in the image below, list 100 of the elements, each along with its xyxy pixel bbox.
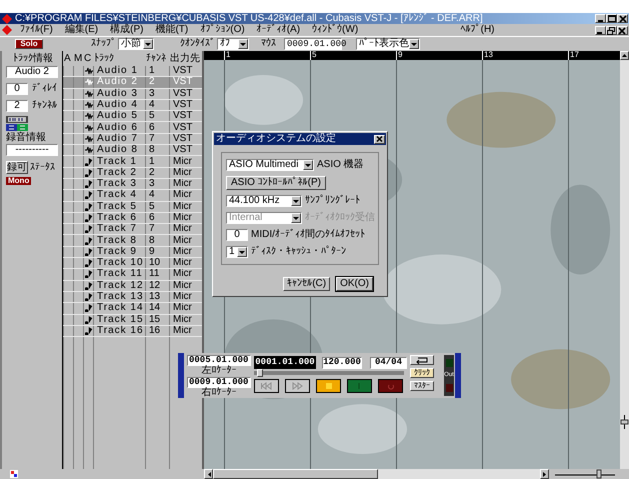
signature-field[interactable]: 04/04	[370, 356, 407, 368]
tempo-field[interactable]: 120.000	[322, 356, 362, 368]
track-name[interactable]: Track 1	[93, 156, 145, 167]
menu-item[interactable]: ｳｨﾝﾄﾞｳ(W)	[312, 25, 358, 35]
track-name[interactable]: Audio 5	[93, 111, 145, 122]
dropdown-arrow-icon[interactable]	[304, 162, 312, 168]
track-row[interactable]: Audio 6 6 VST	[63, 122, 202, 134]
channel-field[interactable]: 2	[6, 100, 28, 112]
track-name[interactable]: Audio 3	[93, 88, 145, 99]
cache-dropdown[interactable]: 1	[226, 246, 248, 258]
track-row[interactable]: Track 5 5 Micr	[63, 202, 202, 213]
fx-badge-icon[interactable]	[6, 124, 28, 131]
track-name[interactable]: Track 3	[93, 178, 145, 190]
track-name[interactable]: Track 9	[93, 246, 145, 258]
offset-field[interactable]: 0	[226, 229, 248, 241]
track-row[interactable]: Track 9 9 Micr	[63, 246, 202, 258]
track-name[interactable]: Track 11	[93, 269, 145, 280]
column-header[interactable]: A	[63, 51, 73, 66]
column-header[interactable]: ﾁｬﾝﾈ	[145, 51, 169, 66]
delay-field[interactable]: 0	[6, 83, 28, 95]
solo-button[interactable]: Solo	[15, 39, 43, 49]
dropdown-arrow-icon[interactable]	[144, 40, 152, 48]
track-row[interactable]: Track 11 11 Micr	[63, 269, 202, 281]
column-header[interactable]: M	[73, 51, 83, 66]
cancel-button[interactable]: ｷｬﾝｾﾙ(C)	[283, 277, 330, 291]
position-slider[interactable]	[254, 371, 404, 375]
vertical-scrollbar[interactable]	[620, 51, 629, 469]
track-name[interactable]: Track 6	[93, 212, 145, 224]
horizontal-scrollbar[interactable]	[204, 469, 549, 479]
track-row[interactable]: Audio 7 7 VST	[63, 134, 202, 146]
column-header[interactable]: C	[83, 51, 93, 66]
dropdown-arrow-icon[interactable]	[239, 40, 247, 48]
slider-thumb[interactable]	[256, 369, 263, 377]
track-name[interactable]: Track 14	[93, 303, 145, 314]
track-name[interactable]: Audio 6	[93, 122, 145, 133]
click-button[interactable]: ｸﾘｯｸ	[410, 368, 434, 378]
scroll-thumb[interactable]	[213, 469, 378, 479]
track-row[interactable]: Track 6 6 Micr	[63, 212, 202, 224]
column-header[interactable]: ﾄﾗｯｸ	[93, 51, 145, 66]
dropdown-arrow-icon[interactable]	[292, 198, 300, 204]
ruler[interactable]: 1 5 9 13 17	[204, 51, 620, 60]
track-name-field[interactable]: Audio 2	[6, 66, 58, 78]
menu-item[interactable]: ｵﾌﾟｼｮﾝ(O)	[200, 25, 245, 35]
track-row[interactable]: Track 4 4 Micr	[63, 190, 202, 202]
track-name[interactable]: Track 7	[93, 224, 145, 234]
track-name[interactable]: Track 10	[93, 258, 145, 268]
right-locator-field[interactable]: 0009.01.000	[187, 376, 251, 388]
track-name[interactable]: Track 2	[93, 168, 145, 178]
scroll-right-icon[interactable]	[542, 470, 548, 478]
track-row[interactable]: Track 12 12 Micr	[63, 280, 202, 292]
track-row[interactable]: Audio 4 4 VST	[63, 100, 202, 112]
track-row[interactable]: Track 7 7 Micr	[63, 224, 202, 236]
left-locator-field[interactable]: 0005.01.000	[187, 355, 251, 366]
menu-item[interactable]: ﾍﾙﾌﾟ(H)	[460, 25, 495, 35]
close-icon[interactable]	[375, 135, 384, 143]
sample-rate-dropdown[interactable]: 44.100 kHz	[226, 195, 302, 207]
menu-item[interactable]: 編集(E)	[64, 25, 98, 35]
track-row[interactable]: Track 1 1 Micr	[63, 156, 202, 168]
ok-button[interactable]: OK(O)	[336, 277, 373, 291]
dropdown-arrow-icon[interactable]	[410, 40, 418, 48]
track-name[interactable]: Audio 1	[93, 66, 145, 76]
column-header[interactable]: 出力先	[169, 51, 203, 66]
track-name[interactable]: Audio 4	[93, 100, 145, 110]
zoom-slider-icon[interactable]	[555, 469, 615, 479]
close-icon[interactable]	[617, 26, 628, 34]
track-row[interactable]: Track 14 14 Micr	[63, 303, 202, 315]
record-enable-button[interactable]: 録可	[6, 161, 28, 174]
track-name[interactable]: Track 8	[93, 235, 145, 246]
menu-item[interactable]: ﾌｧｲﾙ(F)	[20, 25, 53, 35]
quantize-dropdown[interactable]: ｵﾌ	[217, 38, 249, 50]
track-row[interactable]: Audio 3 3 VST	[63, 88, 202, 100]
track-row[interactable]: Audio 8 8 VST	[63, 145, 202, 156]
track-name[interactable]: Track 13	[93, 292, 145, 302]
menu-item[interactable]: 構成(P)	[110, 25, 144, 35]
input-badge-icon[interactable]	[6, 116, 28, 123]
maximize-icon[interactable]	[606, 26, 616, 34]
loop-button[interactable]	[410, 355, 434, 365]
track-row[interactable]: Track 15 15 Micr	[63, 314, 202, 326]
track-row[interactable]: Track 3 3 Micr	[63, 178, 202, 190]
dropdown-arrow-icon[interactable]	[238, 248, 246, 256]
track-row[interactable]: Track 16 16 Micr	[63, 326, 202, 338]
maximize-icon[interactable]	[606, 14, 616, 23]
close-icon[interactable]	[618, 14, 628, 23]
track-name[interactable]: Audio 7	[93, 134, 145, 144]
menu-item[interactable]: ｵｰﾃﾞｨｵ(A)	[256, 25, 300, 35]
device-dropdown[interactable]: ASIO Multimedi	[226, 159, 314, 171]
part-color-dropdown[interactable]: ﾊﾟｰﾄ表示色	[356, 38, 420, 50]
track-name[interactable]: Track 12	[93, 280, 145, 291]
track-name[interactable]: Track 5	[93, 202, 145, 212]
master-button[interactable]: ﾏｽﾀｰ	[410, 381, 434, 391]
control-panel-button[interactable]: ASIO ｺﾝﾄﾛｰﾙﾊﾟﾈﾙ(P)	[226, 176, 326, 190]
track-row[interactable]: Track 8 8 Micr	[63, 235, 202, 247]
track-row[interactable]: Track 13 13 Micr	[63, 292, 202, 304]
track-row[interactable]: Track 10 10 Micr	[63, 258, 202, 270]
track-name[interactable]: Track 4	[93, 190, 145, 201]
track-row[interactable]: Track 2 2 Micr	[63, 168, 202, 179]
track-name[interactable]: Audio 8	[93, 145, 145, 156]
track-name[interactable]: Track 16	[93, 326, 145, 336]
menu-item[interactable]: 機能(T)	[155, 25, 188, 35]
snap-dropdown[interactable]: 小節	[118, 38, 154, 50]
